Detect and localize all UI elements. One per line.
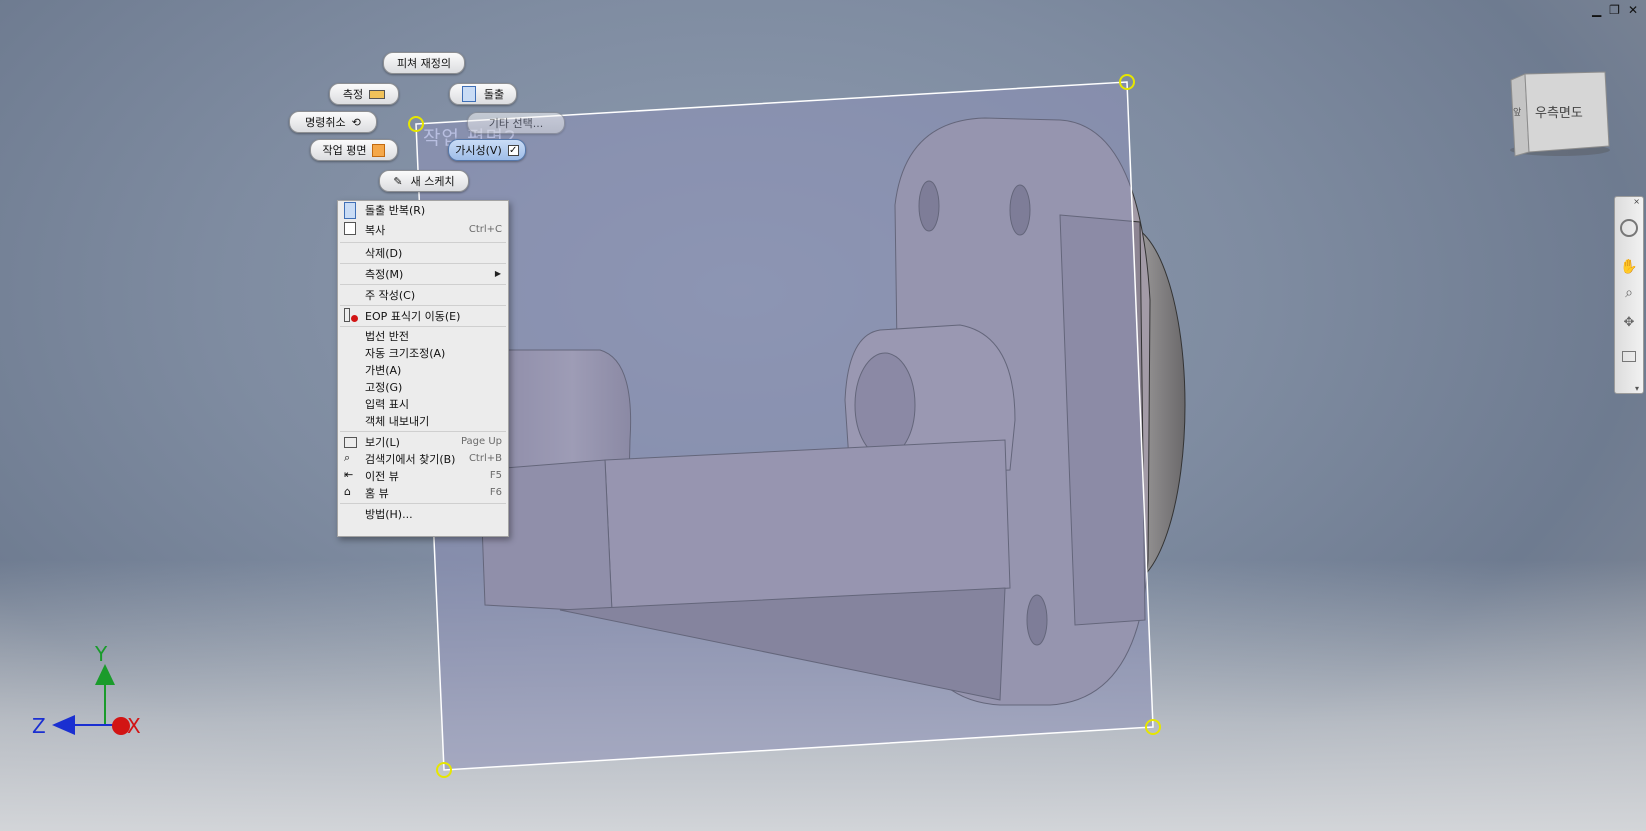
menu-separator [340, 305, 506, 306]
sketch-icon: ✎ [393, 174, 403, 188]
extrude-icon [461, 86, 476, 102]
viewcube-front-label: 앞 [1513, 108, 1522, 118]
extrude-label: 돌출 [483, 88, 505, 101]
new-sketch-label: 새 스케치 [410, 175, 455, 188]
menu-item-auto-resize[interactable]: 자동 크기조정(A) [338, 344, 508, 361]
restore-icon[interactable]: ❐ [1609, 3, 1620, 17]
measure-label: 측정 [342, 88, 364, 101]
menu-item-delete[interactable]: 삭제(D) [338, 244, 508, 261]
undo-label: 명령취소 [305, 116, 346, 129]
home-view-icon: ⌂ [344, 485, 351, 498]
triad-y-arrow [95, 664, 115, 685]
menu-item-find-in-browser[interactable]: ⌕ 검색기에서 찾기(B) Ctrl+B [338, 450, 508, 467]
viewcube-right-label: 우측면도 [1535, 106, 1583, 121]
select-other-button[interactable]: 기타 선택... [467, 112, 565, 134]
navbar-customize-icon[interactable]: ▾ [1635, 384, 1639, 393]
select-other-label: 기타 선택... [488, 117, 544, 130]
new-sketch-button[interactable]: ✎ 새 스케치 [379, 170, 469, 192]
menu-item-fixed[interactable]: 고정(G) [338, 378, 508, 395]
menu-item-flip-normal[interactable]: 법선 반전 [338, 327, 508, 344]
visibility-toggle[interactable]: 가시성(V) ✓ [448, 139, 526, 161]
minimize-icon[interactable]: ▁ [1592, 3, 1601, 17]
extrude-icon [344, 202, 356, 219]
model-viewport[interactable] [0, 0, 1646, 831]
triad-z-arrow [52, 715, 75, 735]
pan-hand-icon[interactable]: ✋ [1620, 259, 1638, 277]
checkbox-checked-icon: ✓ [507, 144, 519, 156]
zoom-icon[interactable]: ⌕ [1620, 285, 1638, 303]
work-plane-button[interactable]: 작업 평면 [310, 139, 398, 161]
menu-item-previous-view[interactable]: ⇤ 이전 뷰 F5 [338, 467, 508, 484]
menu-item-how-to[interactable]: 방법(H)... [338, 505, 508, 522]
navigation-bar: × ✋ ⌕ ✥ ▾ [1614, 196, 1644, 394]
work-plane-button-label: 작업 평면 [322, 144, 367, 157]
ruler-icon [369, 89, 386, 99]
measure-button[interactable]: 측정 [329, 83, 399, 105]
eop-marker-icon [344, 308, 360, 323]
orbit-icon[interactable]: ✥ [1620, 315, 1638, 333]
menu-item-measure[interactable]: 측정(M) ▶ [338, 265, 508, 282]
previous-view-icon: ⇤ [344, 468, 354, 481]
menu-item-move-eop-marker[interactable]: EOP 표식기 이동(E) [338, 307, 508, 324]
menu-item-copy[interactable]: 복사 Ctrl+C [338, 221, 508, 238]
close-icon[interactable]: ✕ [1628, 3, 1638, 17]
menu-separator [340, 284, 506, 285]
undo-button[interactable]: 명령취소 ⟲ [289, 111, 377, 133]
menu-separator [340, 242, 506, 243]
menu-item-show-input[interactable]: 입력 표시 [338, 395, 508, 412]
copy-icon [344, 222, 356, 235]
look-at-icon[interactable] [1622, 351, 1636, 362]
work-plane-icon [372, 143, 386, 157]
extrude-button[interactable]: 돌출 [449, 83, 517, 105]
feature-redefine-label: 피쳐 재정의 [396, 57, 452, 70]
triad-x-label: X [127, 714, 141, 738]
feature-redefine-button[interactable]: 피쳐 재정의 [383, 52, 465, 74]
steering-wheel-icon[interactable] [1620, 219, 1638, 237]
find-browser-icon: ⌕ [344, 451, 351, 464]
menu-separator [340, 503, 506, 504]
menu-item-export-object[interactable]: 객체 내보내기 [338, 412, 508, 429]
triad-y-label: Y [95, 642, 108, 666]
menu-item-repeat-extrude[interactable]: 돌출 반복(R) [338, 201, 508, 219]
navbar-close-icon[interactable]: × [1633, 197, 1640, 206]
menu-item-home-view[interactable]: ⌂ 홈 뷰 F6 [338, 484, 508, 501]
menu-item-adaptive[interactable]: 가변(A) [338, 361, 508, 378]
work-plane[interactable] [415, 81, 1154, 771]
window-controls: ▁ ❐ ✕ [1592, 3, 1638, 17]
view-icon [344, 437, 357, 448]
triad-z-label: Z [32, 714, 46, 738]
visibility-label: 가시성(V) [455, 144, 502, 157]
menu-separator [340, 431, 506, 432]
menu-item-view[interactable]: 보기(L) Page Up [338, 433, 508, 450]
context-menu: 돌출 반복(R) 복사 Ctrl+C 삭제(D) 측정(M) ▶ 주 작성(C)… [337, 200, 509, 537]
menu-separator [340, 263, 506, 264]
menu-item-create-note[interactable]: 주 작성(C) [338, 286, 508, 303]
graphics-window[interactable]: 작업 평면2 Y Z X ▁ ❐ ✕ 피쳐 재정의 측정 돌출 명령취소 ⟲ 기… [0, 0, 1646, 831]
submenu-arrow-icon: ▶ [494, 269, 501, 278]
undo-arrow-icon: ⟲ [351, 115, 361, 129]
